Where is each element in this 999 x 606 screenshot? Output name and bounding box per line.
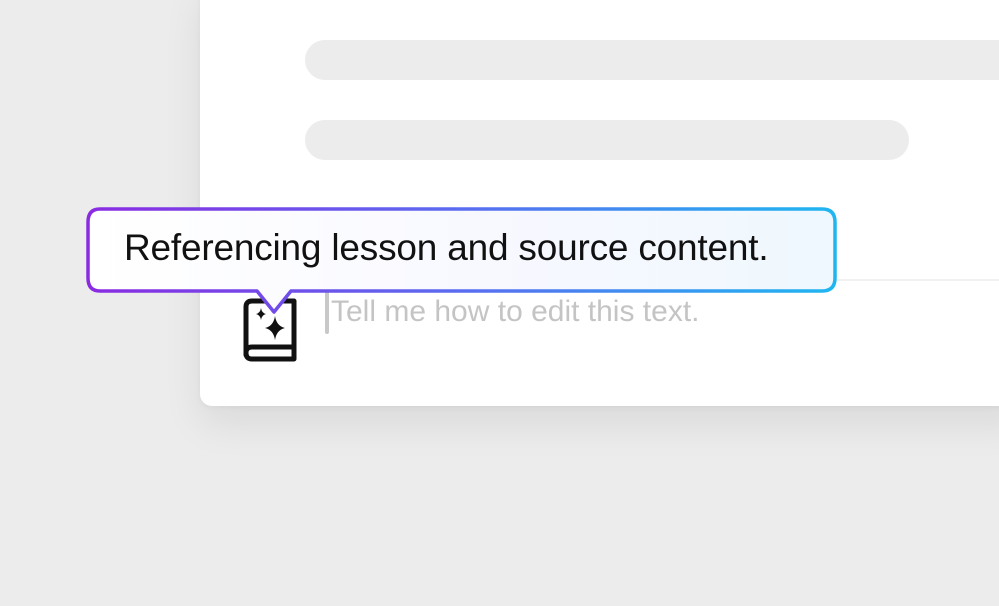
skeleton-text-line: [305, 40, 999, 80]
tooltip-text: Referencing lesson and source content.: [124, 227, 769, 268]
skeleton-text-line: [305, 120, 909, 160]
app-canvas: Referencing lesson and source content.: [0, 0, 999, 606]
editor-card: [200, 0, 999, 406]
reference-tooltip: Referencing lesson and source content.: [86, 207, 838, 317]
